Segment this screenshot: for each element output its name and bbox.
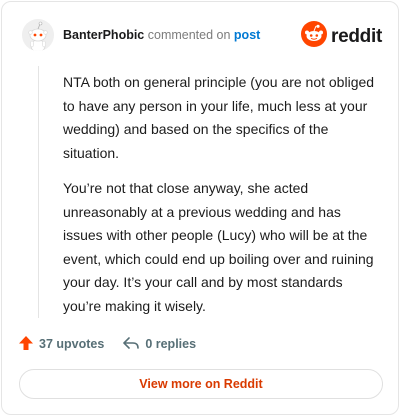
view-more-on-reddit-button[interactable]: View more on Reddit <box>19 369 383 399</box>
upvote-arrow-icon <box>18 335 34 354</box>
upvote-button[interactable]: 37 upvotes <box>18 335 104 354</box>
comment-paragraph-2: You’re not that close anyway, she acted … <box>63 180 374 314</box>
post-link[interactable]: post <box>234 28 260 42</box>
comment-byline: BanterPhobic commented on post <box>63 27 260 43</box>
reply-count: 0 replies <box>145 337 197 351</box>
username-link[interactable]: BanterPhobic <box>63 28 144 42</box>
embedded-comment-card: BanterPhobic commented on post reddit NT… <box>1 1 399 415</box>
comment-actions: 37 upvotes 0 replies <box>18 334 214 354</box>
reply-arrow-icon <box>122 335 140 354</box>
comment-paragraph-1: NTA both on general principle (you are n… <box>63 74 375 161</box>
replies-button[interactable]: 0 replies <box>122 335 196 354</box>
reddit-snoo-icon <box>301 21 328 52</box>
snoo-avatar-icon[interactable] <box>22 19 54 51</box>
comment-body: NTA both on general principle (you are n… <box>63 71 381 330</box>
thread-line <box>38 66 39 318</box>
comment-header: BanterPhobic commented on post reddit <box>22 18 382 52</box>
reddit-logo[interactable]: reddit <box>301 21 382 52</box>
upvote-count: 37 upvotes <box>39 337 105 351</box>
reddit-wordmark: reddit <box>331 25 382 47</box>
commented-on-text: commented on <box>147 28 231 42</box>
